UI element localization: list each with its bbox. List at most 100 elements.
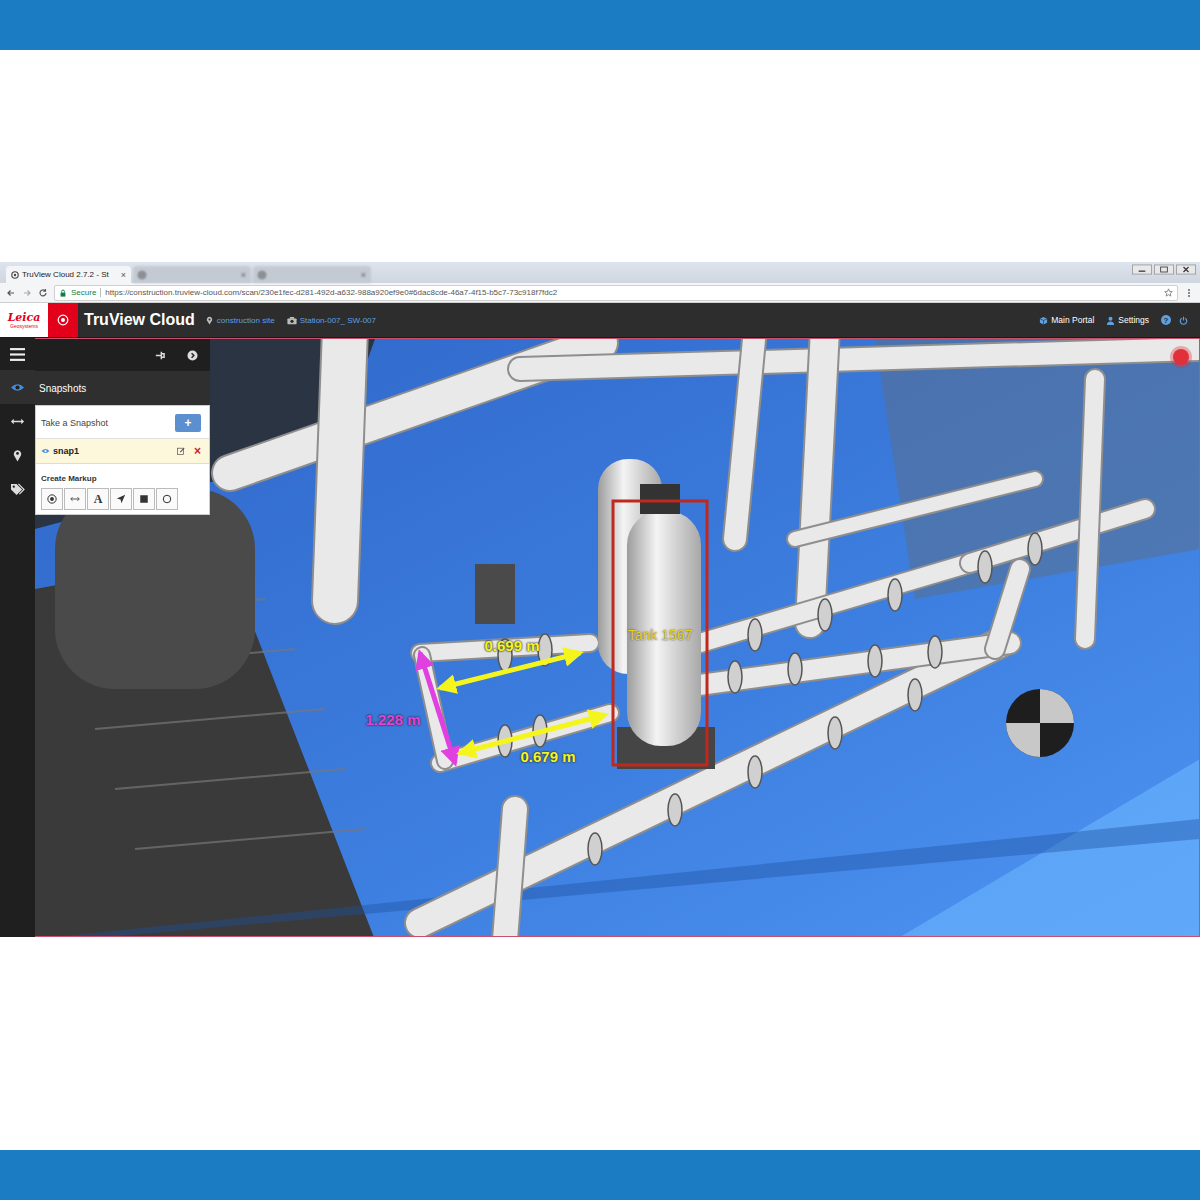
pipe (335, 339, 345, 601)
measurement-line[interactable] (440, 653, 580, 688)
eye-icon[interactable] (41, 448, 50, 454)
add-snapshot-button[interactable]: + (175, 414, 201, 432)
flange (728, 661, 742, 693)
url-field[interactable]: Secure https://construction.truview-clou… (54, 285, 1178, 301)
logo-sub: Geosystems (10, 323, 38, 329)
location-link[interactable]: construction site (217, 316, 275, 325)
floor (35, 339, 1200, 937)
snapshots-panel: Snapshots Take a Snapshot + snap1 × Crea… (35, 339, 210, 515)
record-indicator[interactable] (1173, 349, 1189, 365)
forward-arrow-icon[interactable] (22, 288, 32, 298)
measurement-line[interactable] (460, 715, 605, 753)
browser-tab[interactable]: × (133, 266, 251, 283)
eye-icon (10, 381, 25, 394)
markup-tool[interactable] (64, 488, 86, 510)
bottom-spacer (0, 937, 1200, 1150)
header-link[interactable]: Settings (1106, 315, 1149, 325)
pipe-outline (505, 809, 515, 937)
snapshot-row[interactable]: snap1 × (36, 439, 209, 464)
rail-item[interactable] (0, 404, 35, 438)
close-window-icon[interactable] (1176, 264, 1196, 275)
text-tool-label: A (94, 492, 103, 507)
pipe-outline (520, 349, 1200, 369)
pipe (995, 569, 1020, 649)
favicon-icon (138, 271, 146, 279)
dark-vessel (55, 489, 255, 689)
flange (668, 794, 682, 826)
point-cloud-view[interactable]: 0.699 m1.228 m0.679 m Tank 1567 Snapshot… (35, 338, 1200, 937)
pipe-outline (995, 569, 1020, 649)
markup-tool[interactable] (110, 488, 132, 510)
bookmark-star-icon[interactable] (1164, 288, 1173, 297)
delete-snapshot-button[interactable]: × (194, 445, 201, 457)
cube-icon (1039, 316, 1048, 325)
tab-close[interactable]: × (361, 270, 366, 280)
rail-item[interactable] (0, 438, 35, 472)
favicon-icon (11, 271, 19, 279)
pipe (505, 809, 515, 937)
pipe-outline (1085, 379, 1095, 639)
rail-item[interactable] (0, 472, 35, 506)
favicon-icon (258, 271, 266, 279)
measurement-line[interactable] (420, 653, 455, 763)
pipe (520, 349, 1200, 369)
window-controls (1132, 262, 1200, 275)
product-name: TruView Cloud (78, 311, 205, 329)
reload-icon[interactable] (38, 288, 48, 298)
pin-panel-icon[interactable] (154, 350, 165, 361)
markup-box[interactable] (613, 501, 707, 765)
pipe (700, 563, 970, 643)
flange (788, 653, 802, 685)
tank[interactable] (627, 511, 701, 746)
pipe (1085, 379, 1095, 639)
take-snapshot-label: Take a Snapshot (41, 418, 108, 428)
station-link[interactable]: Station-007_ SW-007 (300, 316, 376, 325)
target-quadrants (1006, 689, 1074, 757)
back-arrow-icon[interactable] (6, 288, 16, 298)
edit-icon[interactable] (177, 447, 185, 455)
browser-menu-icon[interactable] (1184, 288, 1194, 298)
markup-tool[interactable] (133, 488, 155, 510)
markup-tool[interactable] (41, 488, 63, 510)
top-spacer (0, 50, 1200, 262)
markup-tool[interactable] (156, 488, 178, 510)
create-markup-title: Create Markup (36, 464, 209, 488)
scan-target (1006, 689, 1074, 757)
flange (748, 756, 762, 788)
secure-label: Secure (71, 288, 101, 297)
header-link[interactable]: Main Portal (1039, 315, 1094, 325)
pipe (795, 479, 1035, 539)
help-button[interactable]: ? (1161, 315, 1171, 325)
menu-button[interactable] (0, 338, 35, 370)
collapse-icon[interactable] (187, 350, 198, 361)
app-header: Leica Geosystems TruView Cloud construct… (0, 303, 1200, 338)
browser-tab[interactable]: × (253, 266, 371, 283)
pin-icon (10, 449, 25, 462)
url-text: https://construction.truview-cloud.com/s… (105, 288, 1160, 297)
flange (908, 679, 922, 711)
flange (888, 579, 902, 611)
page: TruView Cloud 2.7.2 - St × × × Secure ht… (0, 0, 1200, 1200)
minimize-icon[interactable] (1132, 264, 1152, 275)
tab-close[interactable]: × (241, 270, 246, 280)
measure-icon (70, 494, 80, 504)
measure-icon (10, 415, 25, 428)
header-link-label: Main Portal (1051, 315, 1094, 325)
pipe (810, 339, 825, 623)
target-icon (47, 494, 57, 504)
support-block (475, 564, 515, 624)
markup-tool[interactable]: A (87, 488, 109, 510)
markup-tools: A (36, 488, 209, 510)
tank-valve (640, 484, 680, 514)
tab-close[interactable]: × (121, 270, 126, 280)
logo-name: Leica (8, 312, 41, 323)
maximize-icon[interactable] (1154, 264, 1174, 275)
browser-tab[interactable]: TruView Cloud 2.7.2 - St × (6, 266, 131, 283)
leica-logo[interactable]: Leica Geosystems (0, 303, 48, 337)
pipe-outline (335, 339, 345, 601)
flange (818, 599, 832, 631)
power-icon[interactable] (1179, 316, 1188, 325)
arrow-icon (116, 494, 126, 504)
tab-label: TruView Cloud 2.7.2 - St (22, 270, 118, 279)
rail-item[interactable] (0, 370, 35, 404)
